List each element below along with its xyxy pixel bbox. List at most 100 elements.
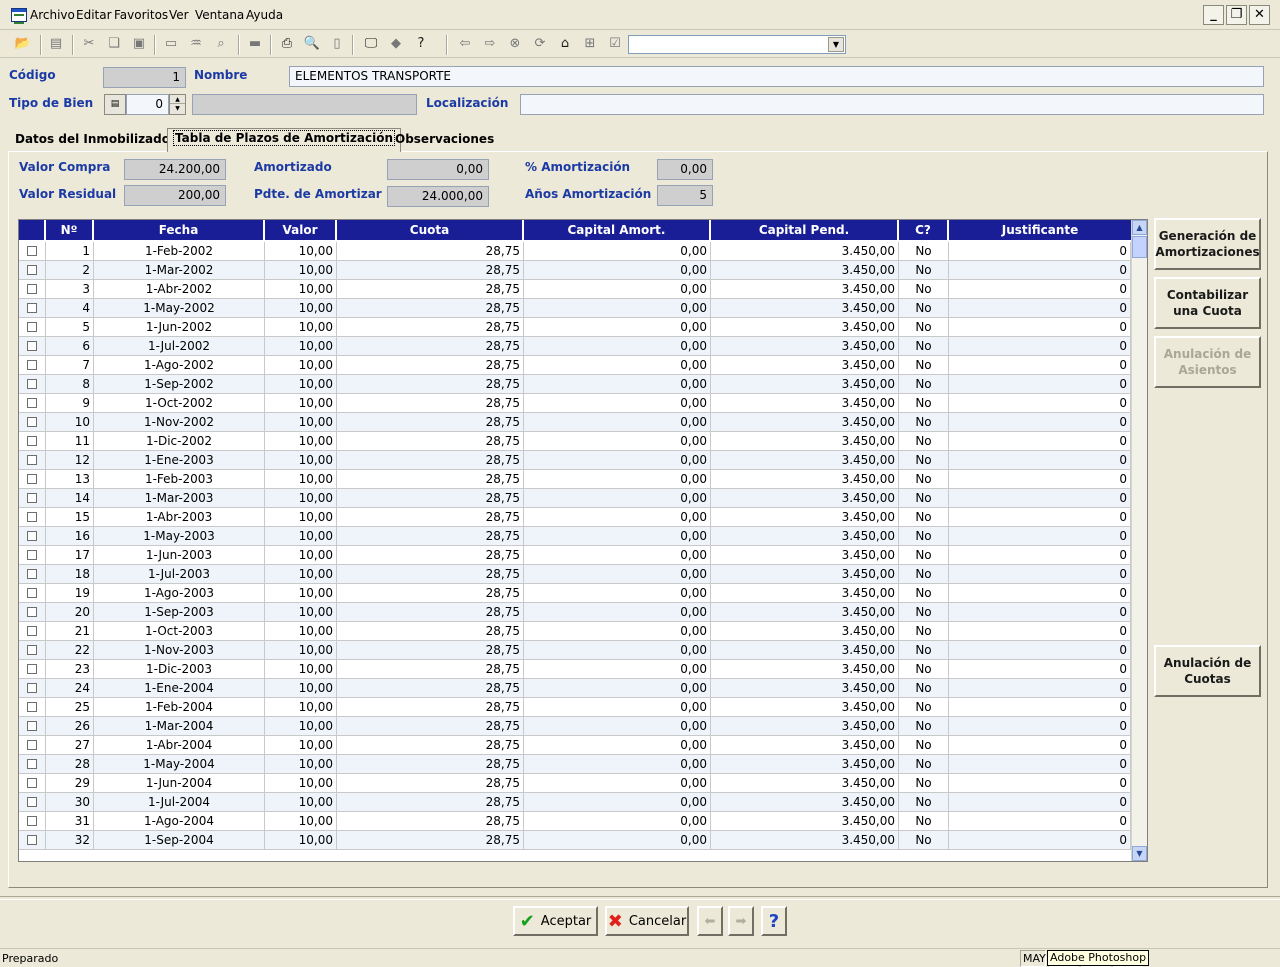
table-row[interactable]: 27 1-Abr-2004 10,00 28,75 0,00 3.450,00 No 0 <box>19 736 1132 755</box>
table-row[interactable]: 26 1-Mar-2004 10,00 28,75 0,00 3.450,00 No 0 <box>19 717 1132 736</box>
table-row[interactable]: 29 1-Jun-2004 10,00 28,75 0,00 3.450,00 No 0 <box>19 774 1132 793</box>
tipo-bien-field[interactable]: 0 <box>126 94 169 115</box>
print-icon[interactable]: ⎙ <box>278 35 296 53</box>
col-header-select[interactable] <box>19 220 46 241</box>
row-checkbox[interactable] <box>27 740 37 750</box>
scroll-up-icon[interactable]: ▲ <box>1132 220 1147 235</box>
row-checkbox[interactable] <box>27 702 37 712</box>
row-checkbox[interactable] <box>27 645 37 655</box>
row-checkbox[interactable] <box>27 455 37 465</box>
row-checkbox[interactable] <box>27 569 37 579</box>
help-button[interactable]: ? <box>761 906 787 936</box>
copy-icon[interactable]: ❏ <box>105 35 123 53</box>
table-row[interactable]: 24 1-Ene-2004 10,00 28,75 0,00 3.450,00 No 0 <box>19 679 1132 698</box>
col-header-valor[interactable]: Valor <box>265 220 337 241</box>
table-row[interactable]: 5 1-Jun-2002 10,00 28,75 0,00 3.450,00 No 0 <box>19 318 1132 337</box>
table-row[interactable]: 10 1-Nov-2002 10,00 28,75 0,00 3.450,00 No 0 <box>19 413 1132 432</box>
table-row[interactable]: 13 1-Feb-2003 10,00 28,75 0,00 3.450,00 No 0 <box>19 470 1132 489</box>
row-checkbox[interactable] <box>27 379 37 389</box>
favorites-icon[interactable]: ☑ <box>606 35 624 53</box>
row-checkbox[interactable] <box>27 759 37 769</box>
forward-arrow-icon[interactable]: ⇨ <box>481 35 499 53</box>
nombre-field[interactable]: ELEMENTOS TRANSPORTE <box>289 66 1264 87</box>
row-checkbox[interactable] <box>27 816 37 826</box>
menu-archivo[interactable]: Archivo <box>30 8 75 22</box>
row-checkbox[interactable] <box>27 436 37 446</box>
tipo-spinner[interactable]: ▲ ▼ <box>169 94 186 115</box>
restore-icon[interactable]: ❐ <box>1226 5 1247 25</box>
back-arrow-icon[interactable]: ⇦ <box>456 35 474 53</box>
home-icon[interactable]: ⌂ <box>556 35 574 53</box>
col-header-cuota[interactable]: Cuota <box>337 220 524 241</box>
table-row[interactable]: 21 1-Oct-2003 10,00 28,75 0,00 3.450,00 No 0 <box>19 622 1132 641</box>
table-row[interactable]: 32 1-Sep-2004 10,00 28,75 0,00 3.450,00 No 0 <box>19 831 1132 850</box>
help-pointer-icon[interactable]: ? <box>412 35 430 53</box>
next-button[interactable]: ➡ <box>728 906 754 936</box>
previous-button[interactable]: ⬅ <box>697 906 723 936</box>
paste-icon[interactable]: ▣ <box>130 35 148 53</box>
print-preview-icon[interactable]: 🔍 <box>303 35 321 53</box>
table-row[interactable]: 6 1-Jul-2002 10,00 28,75 0,00 3.450,00 No 0 <box>19 337 1132 356</box>
scanner-icon[interactable]: ▬ <box>246 35 264 53</box>
menu-ayuda[interactable]: Ayuda <box>246 8 283 22</box>
search-icon[interactable]: ⌕ <box>212 35 230 53</box>
localizacion-field[interactable] <box>520 94 1264 115</box>
col-header-justificante[interactable]: Justificante <box>949 220 1131 241</box>
table-row[interactable]: 25 1-Feb-2004 10,00 28,75 0,00 3.450,00 No 0 <box>19 698 1132 717</box>
menu-ventana[interactable]: Ventana <box>195 8 244 22</box>
table-row[interactable]: 16 1-May-2003 10,00 28,75 0,00 3.450,00 No 0 <box>19 527 1132 546</box>
table-row[interactable]: 17 1-Jun-2003 10,00 28,75 0,00 3.450,00 No 0 <box>19 546 1132 565</box>
menu-favoritos[interactable]: Favoritos <box>114 8 168 22</box>
contabilizar-cuota-button[interactable]: Contabilizar una Cuota <box>1154 277 1261 329</box>
minimize-icon[interactable]: _ <box>1203 5 1224 25</box>
row-checkbox[interactable] <box>27 778 37 788</box>
table-row[interactable]: 28 1-May-2004 10,00 28,75 0,00 3.450,00 No 0 <box>19 755 1132 774</box>
menu-ver[interactable]: Ver <box>169 8 189 22</box>
chevron-down-icon[interactable]: ▼ <box>828 37 844 52</box>
row-checkbox[interactable] <box>27 531 37 541</box>
anulacion-asientos-button[interactable]: Anulación de Asientos <box>1154 336 1261 388</box>
table-row[interactable]: 2 1-Mar-2002 10,00 28,75 0,00 3.450,00 No 0 <box>19 261 1132 280</box>
tipo-lookup-icon[interactable]: ▤ <box>104 94 126 115</box>
cut-icon[interactable]: ✂ <box>80 35 98 53</box>
table-row[interactable]: 15 1-Abr-2003 10,00 28,75 0,00 3.450,00 No 0 <box>19 508 1132 527</box>
row-checkbox[interactable] <box>27 265 37 275</box>
table-row[interactable]: 19 1-Ago-2003 10,00 28,75 0,00 3.450,00 No 0 <box>19 584 1132 603</box>
row-checkbox[interactable] <box>27 721 37 731</box>
table-row[interactable]: 7 1-Ago-2002 10,00 28,75 0,00 3.450,00 No 0 <box>19 356 1132 375</box>
table-row[interactable]: 9 1-Oct-2002 10,00 28,75 0,00 3.450,00 No 0 <box>19 394 1132 413</box>
row-checkbox[interactable] <box>27 835 37 845</box>
table-row[interactable]: 4 1-May-2002 10,00 28,75 0,00 3.450,00 No 0 <box>19 299 1132 318</box>
row-checkbox[interactable] <box>27 683 37 693</box>
tab-tabla-plazos[interactable]: Tabla de Plazos de Amortización <box>167 128 401 152</box>
row-checkbox[interactable] <box>27 417 37 427</box>
grid-vertical-scrollbar[interactable]: ▲ ▼ <box>1131 220 1147 861</box>
col-header-capital-pend[interactable]: Capital Pend. <box>711 220 899 241</box>
col-header-numero[interactable]: Nº <box>46 220 94 241</box>
table-row[interactable]: 23 1-Dic-2003 10,00 28,75 0,00 3.450,00 No 0 <box>19 660 1132 679</box>
page-icon[interactable]: ▯ <box>328 35 346 53</box>
row-checkbox[interactable] <box>27 588 37 598</box>
row-checkbox[interactable] <box>27 360 37 370</box>
menu-editar[interactable]: Editar <box>76 8 112 22</box>
table-row[interactable]: 1 1-Feb-2002 10,00 28,75 0,00 3.450,00 No 0 <box>19 242 1132 261</box>
row-checkbox[interactable] <box>27 664 37 674</box>
row-checkbox[interactable] <box>27 303 37 313</box>
row-checkbox[interactable] <box>27 246 37 256</box>
edit-icon[interactable]: ▤ <box>47 35 65 53</box>
spin-up-icon[interactable]: ▲ <box>170 95 185 104</box>
table-row[interactable]: 8 1-Sep-2002 10,00 28,75 0,00 3.450,00 No 0 <box>19 375 1132 394</box>
row-checkbox[interactable] <box>27 398 37 408</box>
table-row[interactable]: 12 1-Ene-2003 10,00 28,75 0,00 3.450,00 No 0 <box>19 451 1132 470</box>
cancel-button[interactable]: ✖ Cancelar <box>605 906 689 936</box>
row-checkbox[interactable] <box>27 493 37 503</box>
table-row[interactable]: 22 1-Nov-2003 10,00 28,75 0,00 3.450,00 No 0 <box>19 641 1132 660</box>
generacion-amortizaciones-button[interactable]: Generación de Amortizaciones <box>1154 218 1261 270</box>
app-icon[interactable] <box>11 8 27 24</box>
scroll-down-icon[interactable]: ▼ <box>1132 846 1147 861</box>
row-checkbox[interactable] <box>27 512 37 522</box>
amortization-grid[interactable]: Nº Fecha Valor Cuota Capital Amort. Capi… <box>18 219 1148 862</box>
refresh-icon[interactable]: ⟳ <box>531 35 549 53</box>
row-checkbox[interactable] <box>27 341 37 351</box>
table-row[interactable]: 3 1-Abr-2002 10,00 28,75 0,00 3.450,00 No 0 <box>19 280 1132 299</box>
